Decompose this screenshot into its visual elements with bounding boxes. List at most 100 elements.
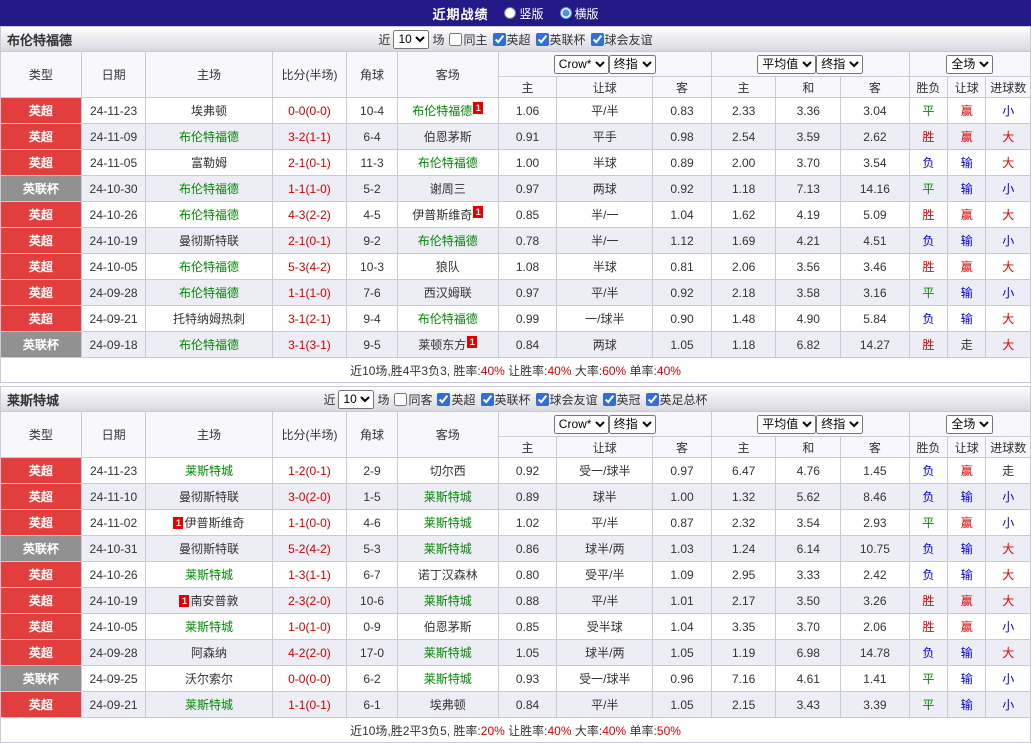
euro-time-select[interactable]: 终指	[816, 415, 863, 434]
team-link[interactable]: 切尔西	[430, 464, 466, 478]
layout-option-horizontal[interactable]: 横版	[560, 5, 599, 22]
score-cell[interactable]: 4-2(2-0)	[272, 640, 347, 666]
team-link[interactable]: 布伦特福德	[179, 338, 239, 352]
team-link[interactable]: 狼队	[436, 260, 460, 274]
checkbox-input[interactable]	[481, 393, 494, 406]
euro-away-odds: 8.46	[841, 484, 910, 510]
team-link[interactable]: 布伦特福德	[179, 286, 239, 300]
score-cell[interactable]: 1-0(1-0)	[272, 614, 347, 640]
match-count-select[interactable]: 10	[393, 30, 429, 49]
score-cell[interactable]: 3-1(3-1)	[272, 332, 347, 358]
checkbox-input[interactable]	[449, 33, 462, 46]
filter-checkbox-3[interactable]: 球会友谊	[536, 391, 598, 408]
score-cell[interactable]: 1-3(1-1)	[272, 562, 347, 588]
vertical-layout-radio[interactable]	[504, 7, 516, 19]
team-link[interactable]: 莱斯特城	[185, 568, 233, 582]
team-link[interactable]: 布伦特福德	[179, 260, 239, 274]
score-cell[interactable]: 1-2(0-1)	[272, 458, 347, 484]
team-link[interactable]: 伊普斯维奇	[412, 208, 472, 222]
team-link[interactable]: 莱斯特城	[185, 620, 233, 634]
filter-checkbox-0[interactable]: 同主	[449, 31, 487, 48]
checkbox-input[interactable]	[591, 33, 604, 46]
col-header: 日期	[81, 52, 146, 98]
team-link[interactable]: 莱斯特城	[424, 542, 472, 556]
team-link[interactable]: 莱斯特城	[424, 516, 472, 530]
team-link[interactable]: 伯恩茅斯	[424, 620, 472, 634]
team-link[interactable]: 诺丁汉森林	[418, 568, 478, 582]
checkbox-input[interactable]	[493, 33, 506, 46]
score-cell[interactable]: 2-3(2-0)	[272, 588, 347, 614]
bookmaker-select[interactable]: Crow*	[554, 55, 609, 74]
team-link[interactable]: 沃尔索尔	[185, 672, 233, 686]
score-cell[interactable]: 4-3(2-2)	[272, 202, 347, 228]
team-link[interactable]: 曼彻斯特联	[179, 542, 239, 556]
team-link[interactable]: 托特纳姆热刺	[173, 312, 245, 326]
filter-checkbox-1[interactable]: 英超	[437, 391, 475, 408]
checkbox-input[interactable]	[437, 393, 450, 406]
euro-time-select[interactable]: 终指	[816, 55, 863, 74]
team-link[interactable]: 莱顿东方	[418, 338, 466, 352]
filter-checkbox-5[interactable]: 英足总杯	[646, 391, 708, 408]
score-cell[interactable]: 1-1(1-0)	[272, 280, 347, 306]
euro-source-select[interactable]: 平均值	[757, 415, 816, 434]
checkbox-input[interactable]	[536, 33, 549, 46]
team-link[interactable]: 曼彻斯特联	[179, 234, 239, 248]
score-cell[interactable]: 1-1(1-0)	[272, 176, 347, 202]
filter-checkbox-2[interactable]: 英联杯	[536, 31, 586, 48]
bookmaker-select[interactable]: Crow*	[554, 415, 609, 434]
summary-segment: 大率:	[572, 724, 603, 738]
team-link[interactable]: 莱斯特城	[185, 464, 233, 478]
score-cell[interactable]: 3-0(2-0)	[272, 484, 347, 510]
asia-odds-time-select[interactable]: 终指	[609, 55, 656, 74]
team-link[interactable]: 布伦特福德	[418, 234, 478, 248]
checkbox-input[interactable]	[646, 393, 659, 406]
scope-select[interactable]: 全场	[946, 55, 993, 74]
scope-select[interactable]: 全场	[946, 415, 993, 434]
filter-checkbox-2[interactable]: 英联杯	[481, 391, 531, 408]
team-link[interactable]: 埃弗顿	[430, 698, 466, 712]
checkbox-input[interactable]	[603, 393, 616, 406]
match-count-select[interactable]: 10	[338, 390, 374, 409]
team-link[interactable]: 莱斯特城	[424, 594, 472, 608]
score-cell[interactable]: 2-1(0-1)	[272, 228, 347, 254]
score-cell[interactable]: 3-1(2-1)	[272, 306, 347, 332]
team-link[interactable]: 布伦特福德	[179, 208, 239, 222]
team-link[interactable]: 布伦特福德	[179, 182, 239, 196]
filter-checkbox-3[interactable]: 球会友谊	[591, 31, 653, 48]
team-link[interactable]: 莱斯特城	[424, 646, 472, 660]
score-cell[interactable]: 1-1(0-0)	[272, 510, 347, 536]
team-link[interactable]: 布伦特福德	[418, 312, 478, 326]
checkbox-input[interactable]	[394, 393, 407, 406]
team-link[interactable]: 布伦特福德	[412, 104, 472, 118]
team-link[interactable]: 南安普敦	[190, 594, 238, 608]
corner-cell: 10-4	[347, 98, 397, 124]
team-link[interactable]: 富勒姆	[191, 156, 227, 170]
team-link[interactable]: 布伦特福德	[418, 156, 478, 170]
team-link[interactable]: 谢周三	[430, 182, 466, 196]
filter-checkbox-4[interactable]: 英冠	[603, 391, 641, 408]
team-link[interactable]: 莱斯特城	[185, 698, 233, 712]
euro-source-select[interactable]: 平均值	[757, 55, 816, 74]
score-cell[interactable]: 5-2(4-2)	[272, 536, 347, 562]
team-link[interactable]: 曼彻斯特联	[179, 490, 239, 504]
team-link[interactable]: 莱斯特城	[424, 672, 472, 686]
score-cell[interactable]: 0-0(0-0)	[272, 666, 347, 692]
score-cell[interactable]: 0-0(0-0)	[272, 98, 347, 124]
filter-checkbox-0[interactable]: 同客	[394, 391, 432, 408]
team-link[interactable]: 西汉姆联	[424, 286, 472, 300]
team-link[interactable]: 埃弗顿	[191, 104, 227, 118]
score-cell[interactable]: 1-1(0-1)	[272, 692, 347, 718]
team-link[interactable]: 阿森纳	[191, 646, 227, 660]
asia-odds-time-select[interactable]: 终指	[609, 415, 656, 434]
layout-option-vertical[interactable]: 竖版	[504, 5, 543, 22]
score-cell[interactable]: 3-2(1-1)	[272, 124, 347, 150]
team-link[interactable]: 伯恩茅斯	[424, 130, 472, 144]
horizontal-layout-radio[interactable]	[560, 7, 572, 19]
score-cell[interactable]: 5-3(4-2)	[272, 254, 347, 280]
checkbox-input[interactable]	[536, 393, 549, 406]
score-cell[interactable]: 2-1(0-1)	[272, 150, 347, 176]
filter-checkbox-1[interactable]: 英超	[493, 31, 531, 48]
team-link[interactable]: 莱斯特城	[424, 490, 472, 504]
team-link[interactable]: 伊普斯维奇	[184, 516, 244, 530]
team-link[interactable]: 布伦特福德	[179, 130, 239, 144]
